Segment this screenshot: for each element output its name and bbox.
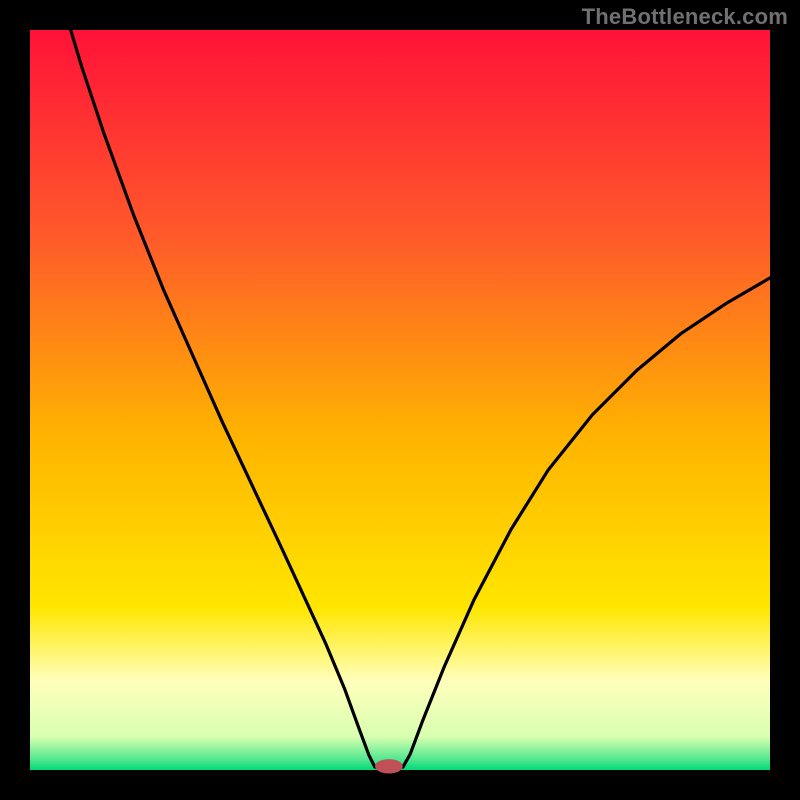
- plot-area: [30, 30, 770, 770]
- watermark-text: TheBottleneck.com: [582, 4, 788, 30]
- chart-frame: TheBottleneck.com: [0, 0, 800, 800]
- bottleneck-chart: [0, 0, 800, 800]
- optimal-marker: [376, 760, 403, 773]
